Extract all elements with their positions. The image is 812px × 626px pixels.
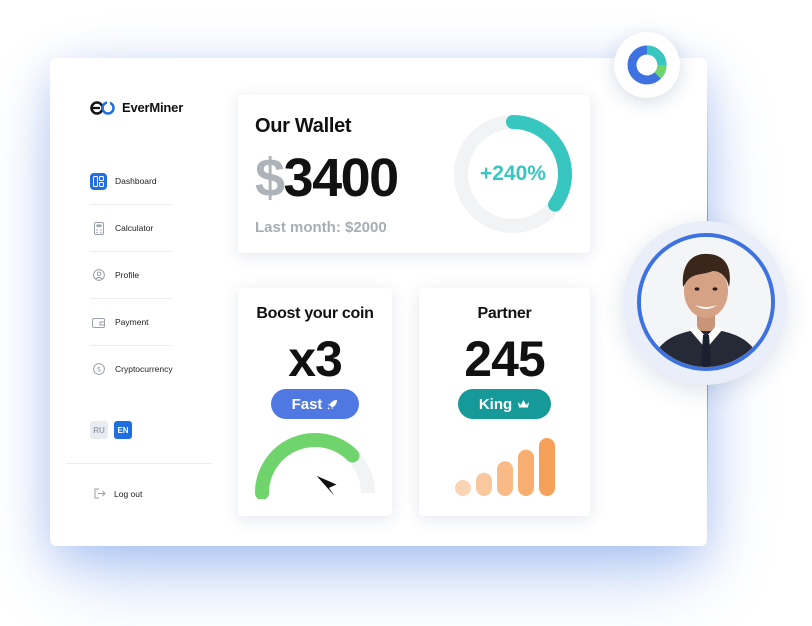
sidebar-item-dashboard[interactable]: Dashboard xyxy=(90,158,172,205)
evermine-logo-icon xyxy=(90,100,115,115)
gauge-pointer xyxy=(316,475,337,497)
rocket-icon xyxy=(328,399,338,409)
wallet-icon xyxy=(90,314,107,331)
brand-logo[interactable]: EverMiner xyxy=(90,100,183,115)
balance-value: 3400 xyxy=(283,148,400,208)
signal-bar xyxy=(539,438,555,496)
sidebar-item-label: Profile xyxy=(115,270,140,280)
boost-title: Boost your coin xyxy=(256,305,374,322)
signal-bar xyxy=(497,461,513,496)
growth-percent: +240% xyxy=(480,162,546,185)
language-switcher: RU EN xyxy=(90,421,132,439)
fast-label: Fast xyxy=(291,395,323,413)
speed-gauge xyxy=(255,433,375,499)
profile-icon xyxy=(90,267,107,284)
wallet-title: Our Wallet xyxy=(255,115,352,137)
logout-button[interactable]: Log out xyxy=(94,488,142,499)
sidebar-divider xyxy=(66,463,212,464)
partner-title: Partner xyxy=(477,305,532,322)
sidebar-item-label: Dashboard xyxy=(115,176,157,186)
speed-gauge-fill xyxy=(255,433,360,499)
svg-text:$: $ xyxy=(96,366,100,374)
signal-bar xyxy=(455,480,471,496)
sidebar-nav: Dashboard Calculator Profile Payment $ C… xyxy=(90,158,173,392)
sidebar-item-label: Calculator xyxy=(115,223,154,233)
user-portrait-icon xyxy=(641,237,771,367)
logout-label: Log out xyxy=(114,488,143,499)
currency-symbol: $ xyxy=(255,148,285,208)
king-label: King xyxy=(478,395,513,413)
wallet-card: Our Wallet $3400 Last month: $2000 +240% xyxy=(238,95,590,253)
lang-ru-button[interactable]: RU xyxy=(90,421,108,439)
sidebar-item-calculator[interactable]: Calculator xyxy=(90,205,172,252)
logout-icon xyxy=(94,488,106,499)
coin-icon: $ xyxy=(90,361,107,378)
analytics-button[interactable] xyxy=(614,32,680,98)
fast-button[interactable]: Fast xyxy=(271,389,359,419)
sidebar-item-profile[interactable]: Profile xyxy=(90,252,172,299)
boost-multiplier: x3 xyxy=(288,331,343,387)
king-button[interactable]: King xyxy=(458,389,551,419)
signal-bar xyxy=(476,472,492,496)
sidebar-item-payment[interactable]: Payment xyxy=(90,299,172,346)
donut-chart-icon xyxy=(627,45,667,85)
boost-card: Boost your coin x3 Fast xyxy=(238,288,392,516)
partner-count: 245 xyxy=(464,331,545,387)
sidebar-item-cryptocurrency[interactable]: $ Cryptocurrency xyxy=(90,346,173,392)
last-month-text: Last month: $2000 xyxy=(255,219,387,236)
wallet-balance: $3400 xyxy=(255,147,400,209)
brand-name: EverMiner xyxy=(122,100,184,115)
sidebar-item-label: Cryptocurrency xyxy=(115,364,173,374)
lang-en-button[interactable]: EN xyxy=(114,421,132,439)
calculator-icon xyxy=(90,220,107,237)
partner-card: Partner 245 King xyxy=(419,288,590,516)
sidebar-item-label: Payment xyxy=(115,317,149,327)
signal-bar xyxy=(518,449,534,496)
signal-bars-chart xyxy=(455,438,555,496)
crown-icon xyxy=(518,400,530,408)
dashboard-icon xyxy=(90,172,107,190)
avatar[interactable] xyxy=(637,233,775,371)
